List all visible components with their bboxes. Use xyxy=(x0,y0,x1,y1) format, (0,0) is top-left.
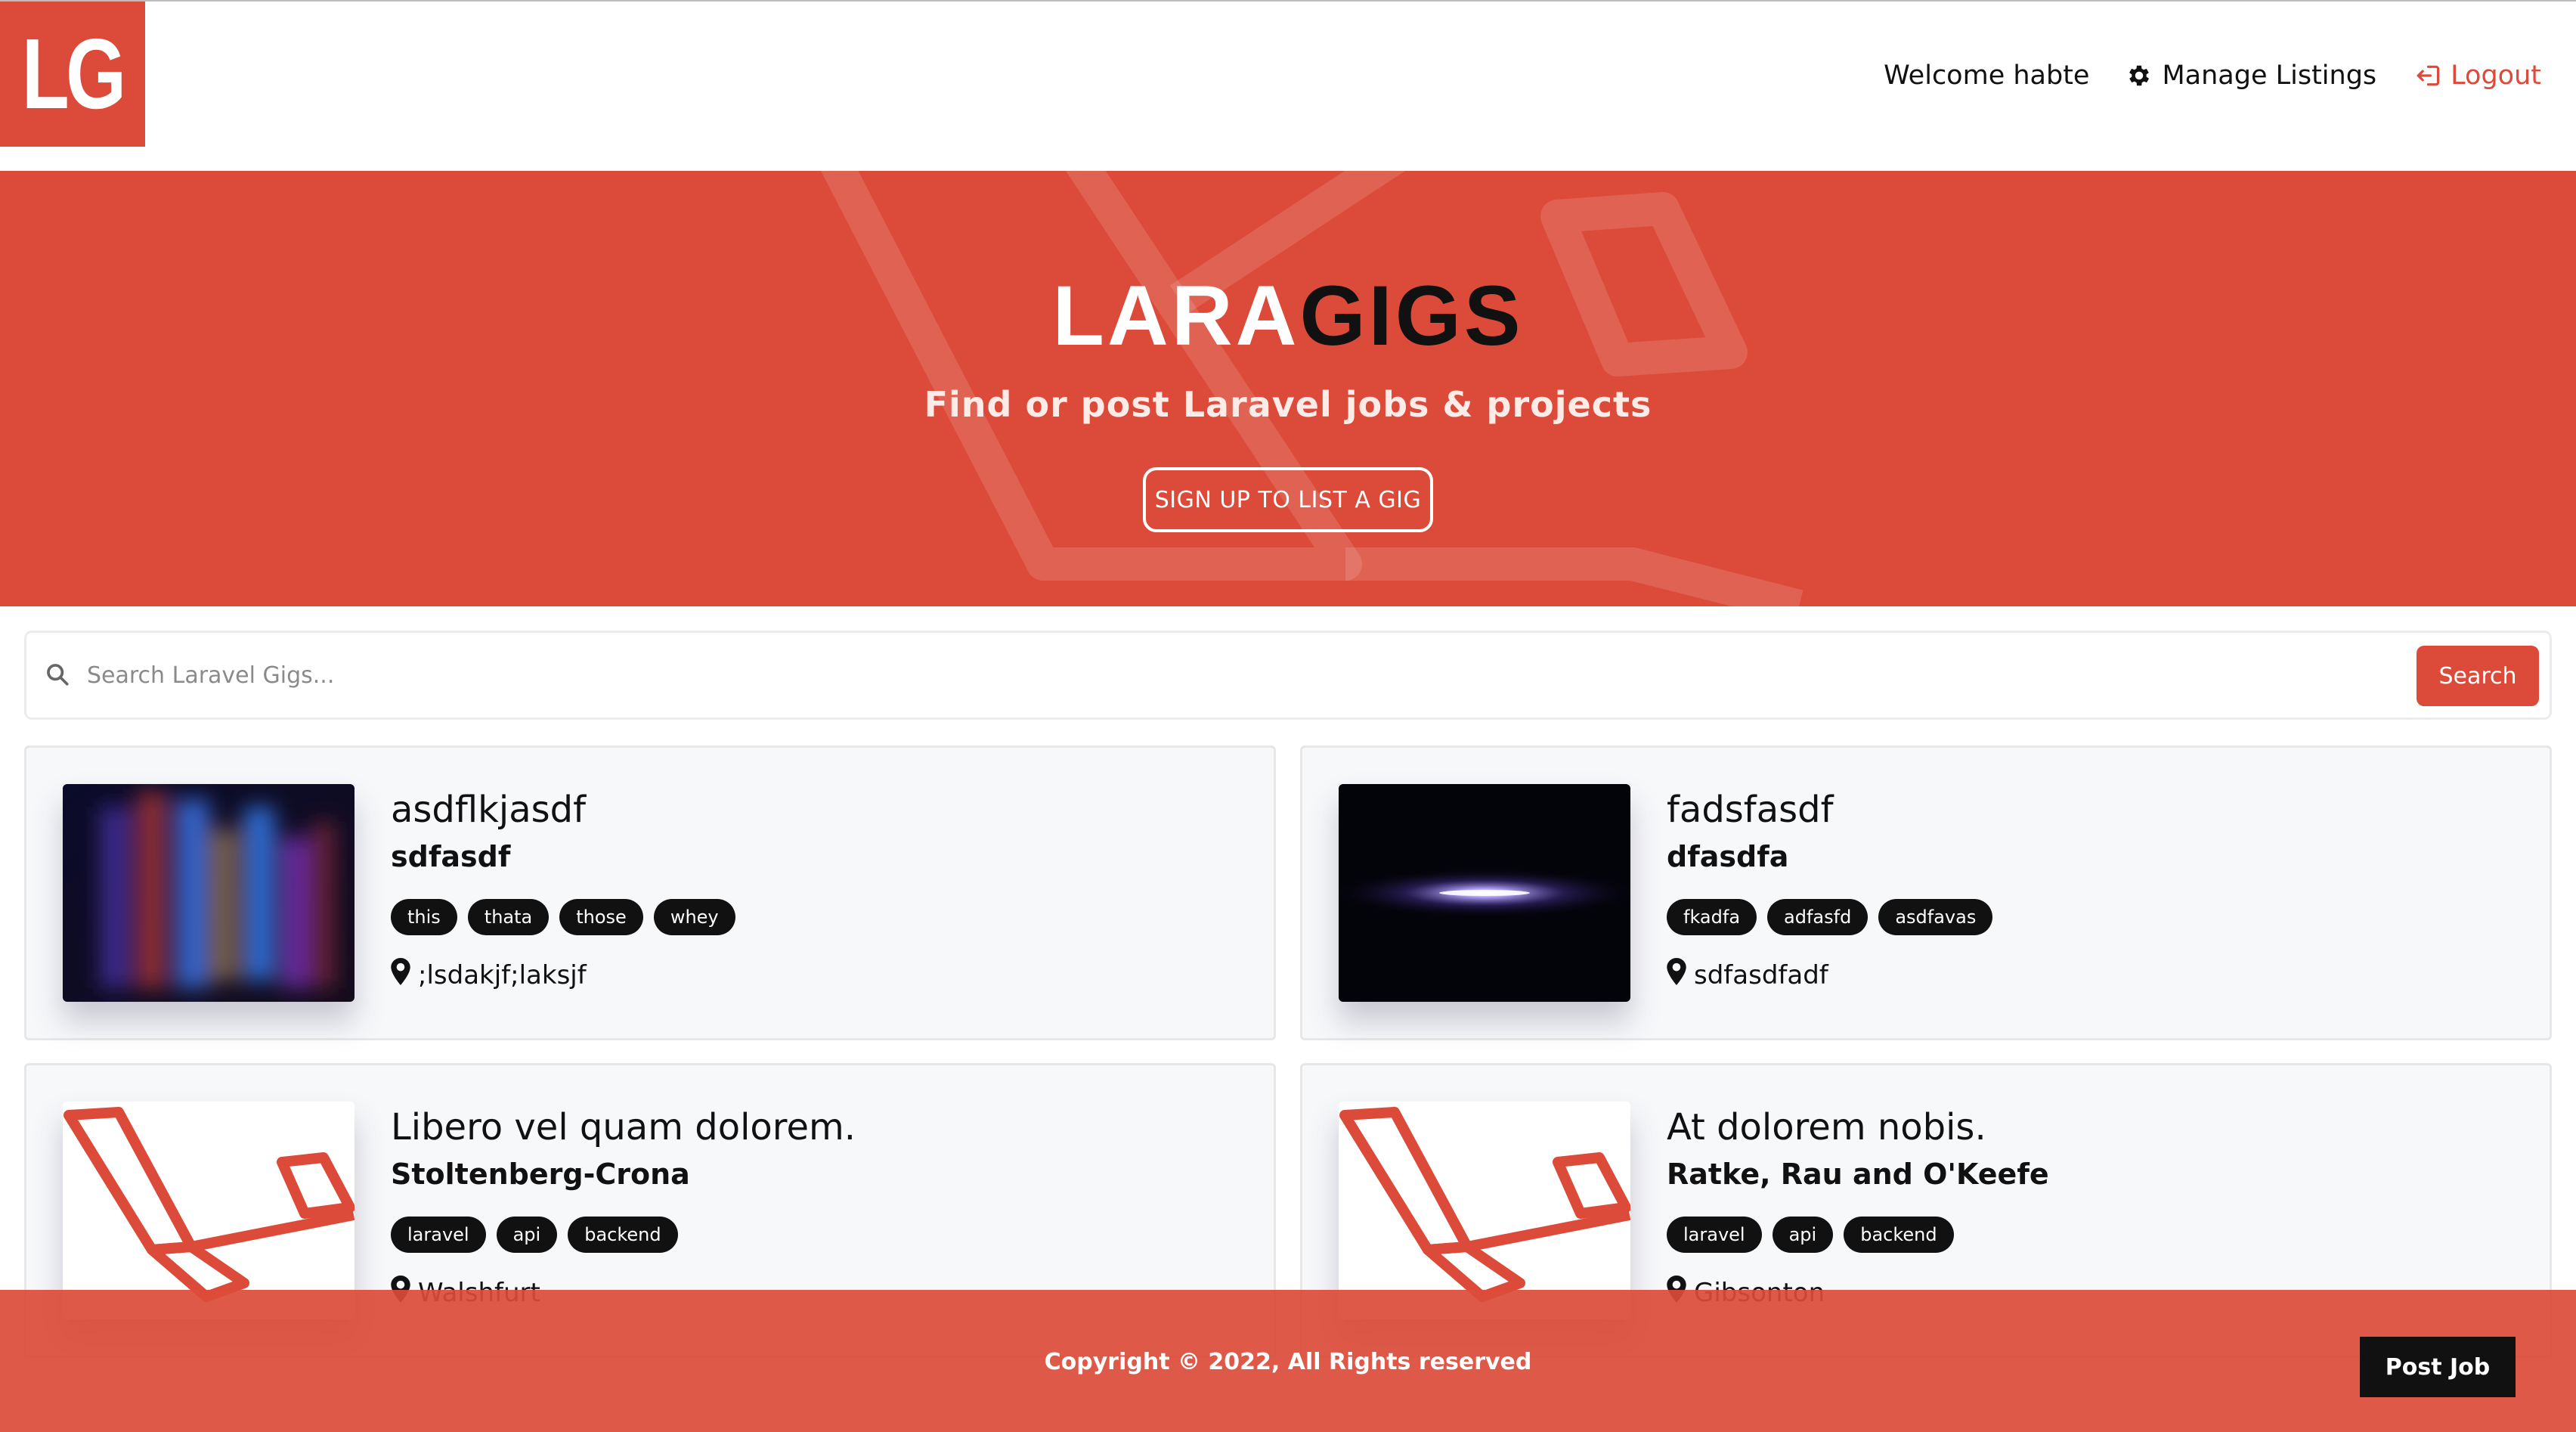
listing-company: dfasdfa xyxy=(1667,840,1789,873)
tag[interactable]: adfasfd xyxy=(1767,899,1869,935)
hero-banner: LARAGIGS Find or post Laravel jobs & pro… xyxy=(0,171,2576,606)
listing-card[interactable]: asdflkjasdf sdfasdf this thata those whe… xyxy=(24,745,1276,1040)
tag[interactable]: laravel xyxy=(1667,1217,1762,1253)
tag[interactable]: api xyxy=(1772,1217,1834,1253)
tag-list: laravel api backend xyxy=(1667,1217,1954,1253)
laravel-logo-icon xyxy=(1339,1102,1630,1319)
tag-list: laravel api backend xyxy=(391,1217,678,1253)
listing-company: sdfasdf xyxy=(391,840,511,873)
tag-list: fkadfa adfasfd asdfavas xyxy=(1667,899,1993,935)
map-pin-icon xyxy=(1667,958,1686,992)
tag[interactable]: asdfavas xyxy=(1878,899,1993,935)
tag[interactable]: backend xyxy=(1844,1217,1954,1253)
nav-links: Welcome habte Manage Listings Logout xyxy=(1884,54,2541,97)
tag-list: this thata those whey xyxy=(391,899,735,935)
search-bar: Search xyxy=(24,631,2552,720)
search-icon xyxy=(45,662,70,690)
tag[interactable]: backend xyxy=(568,1217,678,1253)
copyright-text: Copyright © 2022, All Rights reserved xyxy=(1044,1349,1532,1375)
hero-subtitle: Find or post Laravel jobs & projects xyxy=(924,384,1652,425)
search-input[interactable] xyxy=(87,654,2430,696)
listing-image xyxy=(1339,1102,1630,1319)
tag[interactable]: whey xyxy=(653,899,735,935)
laravel-logo-icon xyxy=(63,1102,355,1319)
listing-company: Stoltenberg-Crona xyxy=(391,1158,690,1191)
listing-title[interactable]: Libero vel quam dolorem. xyxy=(391,1106,856,1148)
page: LG Welcome habte Manage Listings Logout xyxy=(0,0,2576,1432)
location-text: sdfasdfadf xyxy=(1694,959,1828,990)
tag[interactable]: api xyxy=(496,1217,558,1253)
search-button[interactable]: Search xyxy=(2417,646,2539,706)
tag[interactable]: those xyxy=(559,899,643,935)
hero-title: LARAGIGS xyxy=(0,269,2576,362)
signup-button[interactable]: SIGN UP TO LIST A GIG xyxy=(1143,467,1433,532)
listing-card[interactable]: fadsfasdf dfasdfa fkadfa adfasfd asdfava… xyxy=(1300,745,2552,1040)
listing-title[interactable]: asdflkjasdf xyxy=(391,789,586,831)
listing-title[interactable]: At dolorem nobis. xyxy=(1667,1106,1986,1148)
listing-company: Ratke, Rau and O'Keefe xyxy=(1667,1158,2049,1191)
tag[interactable]: fkadfa xyxy=(1667,899,1757,935)
manage-listings-link[interactable]: Manage Listings xyxy=(2126,60,2376,91)
logo[interactable]: LG xyxy=(0,2,145,147)
tag[interactable]: thata xyxy=(467,899,550,935)
location-text: ;lsdakjf;laksjf xyxy=(418,959,587,990)
tag[interactable]: this xyxy=(391,899,457,935)
listing-title[interactable]: fadsfasdf xyxy=(1667,789,1833,831)
listing-location: sdfasdfadf xyxy=(1667,958,1828,992)
listing-location: ;lsdakjf;laksjf xyxy=(391,958,587,992)
logout-button[interactable]: Logout xyxy=(2413,60,2541,91)
footer: Copyright © 2022, All Rights reserved Po… xyxy=(0,1290,2576,1432)
listing-image xyxy=(63,1102,355,1319)
manage-listings-label: Manage Listings xyxy=(2162,60,2377,91)
logout-label: Logout xyxy=(2451,60,2541,91)
logout-icon xyxy=(2413,62,2441,89)
hero-title-lara: LARA xyxy=(1052,268,1300,363)
map-pin-icon xyxy=(391,958,410,992)
listing-image xyxy=(1339,784,1630,1002)
post-job-button[interactable]: Post Job xyxy=(2360,1337,2516,1397)
gear-icon xyxy=(2126,62,2153,89)
logo-text: LG xyxy=(22,18,126,129)
welcome-text: Welcome habte xyxy=(1884,60,2090,91)
navbar: LG Welcome habte Manage Listings Logout xyxy=(0,2,2576,169)
listing-image xyxy=(63,784,355,1002)
hero-title-gigs: GIGS xyxy=(1299,268,1524,363)
tag[interactable]: laravel xyxy=(391,1217,486,1253)
